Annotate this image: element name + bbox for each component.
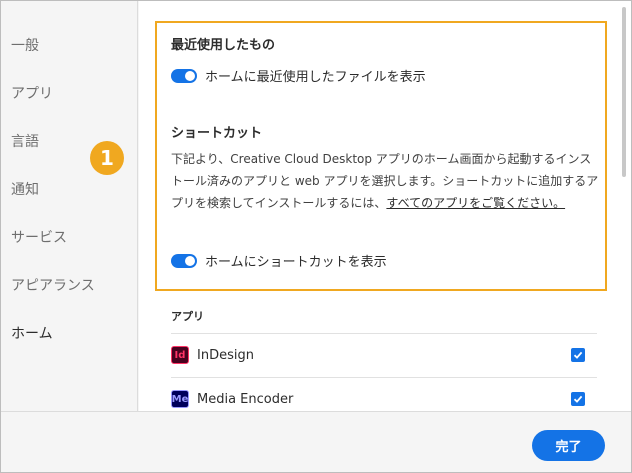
preferences-window: 一般 アプリ 言語 通知 サービス アピアランス ホーム 1 最近使用したもの … <box>0 0 632 473</box>
recent-section-title: 最近使用したもの <box>171 38 276 53</box>
indesign-checkbox[interactable] <box>571 348 585 362</box>
scrollbar[interactable] <box>617 1 631 411</box>
sidebar-item-apps[interactable]: アプリ <box>11 83 53 103</box>
shortcuts-description: 下記より、Creative Cloud Desktop アプリのホーム画面から起… <box>171 148 599 214</box>
shortcuts-toggle-row: ホームにショートカットを表示 <box>171 251 387 270</box>
sidebar-item-home[interactable]: ホーム <box>11 323 53 343</box>
sidebar-item-services[interactable]: サービス <box>11 227 67 247</box>
sidebar-item-language[interactable]: 言語 <box>11 131 39 151</box>
recent-files-toggle[interactable] <box>171 68 197 83</box>
sidebar-item-appearance[interactable]: アピアランス <box>11 275 95 295</box>
media-encoder-icon: Me <box>171 390 189 408</box>
sidebar-item-general[interactable]: 一般 <box>11 35 39 55</box>
sidebar: 一般 アプリ 言語 通知 サービス アピアランス ホーム 1 <box>1 1 138 411</box>
shortcuts-section-title: ショートカット <box>171 126 263 141</box>
sidebar-item-notifications[interactable]: 通知 <box>11 179 39 199</box>
toggle-knob <box>185 70 195 81</box>
checkmark-icon <box>573 395 583 403</box>
shortcuts-toggle[interactable] <box>171 253 197 268</box>
indesign-icon: Id <box>171 346 189 364</box>
app-name: InDesign <box>197 347 254 363</box>
apps-list-header: アプリ <box>171 310 204 323</box>
app-row-media-encoder: Me Media Encoder <box>171 379 597 411</box>
divider <box>171 333 597 334</box>
media-encoder-checkbox[interactable] <box>571 392 585 406</box>
toggle-knob <box>185 255 195 266</box>
shortcuts-toggle-label: ホームにショートカットを表示 <box>205 255 387 270</box>
divider <box>171 377 597 378</box>
see-all-apps-link[interactable]: すべてのアプリをご覧ください。 <box>386 196 565 210</box>
app-row-indesign: Id InDesign <box>171 335 597 375</box>
recent-files-toggle-label: ホームに最近使用したファイルを表示 <box>205 70 426 85</box>
settings-content: 最近使用したもの ホームに最近使用したファイルを表示 ショートカット 下記より、… <box>139 1 617 411</box>
callout-badge: 1 <box>90 141 124 175</box>
scroll-thumb[interactable] <box>622 7 626 177</box>
checkmark-icon <box>573 351 583 359</box>
recent-files-toggle-row: ホームに最近使用したファイルを表示 <box>171 66 426 85</box>
done-button[interactable]: 完了 <box>532 430 605 461</box>
app-name: Media Encoder <box>197 391 294 407</box>
